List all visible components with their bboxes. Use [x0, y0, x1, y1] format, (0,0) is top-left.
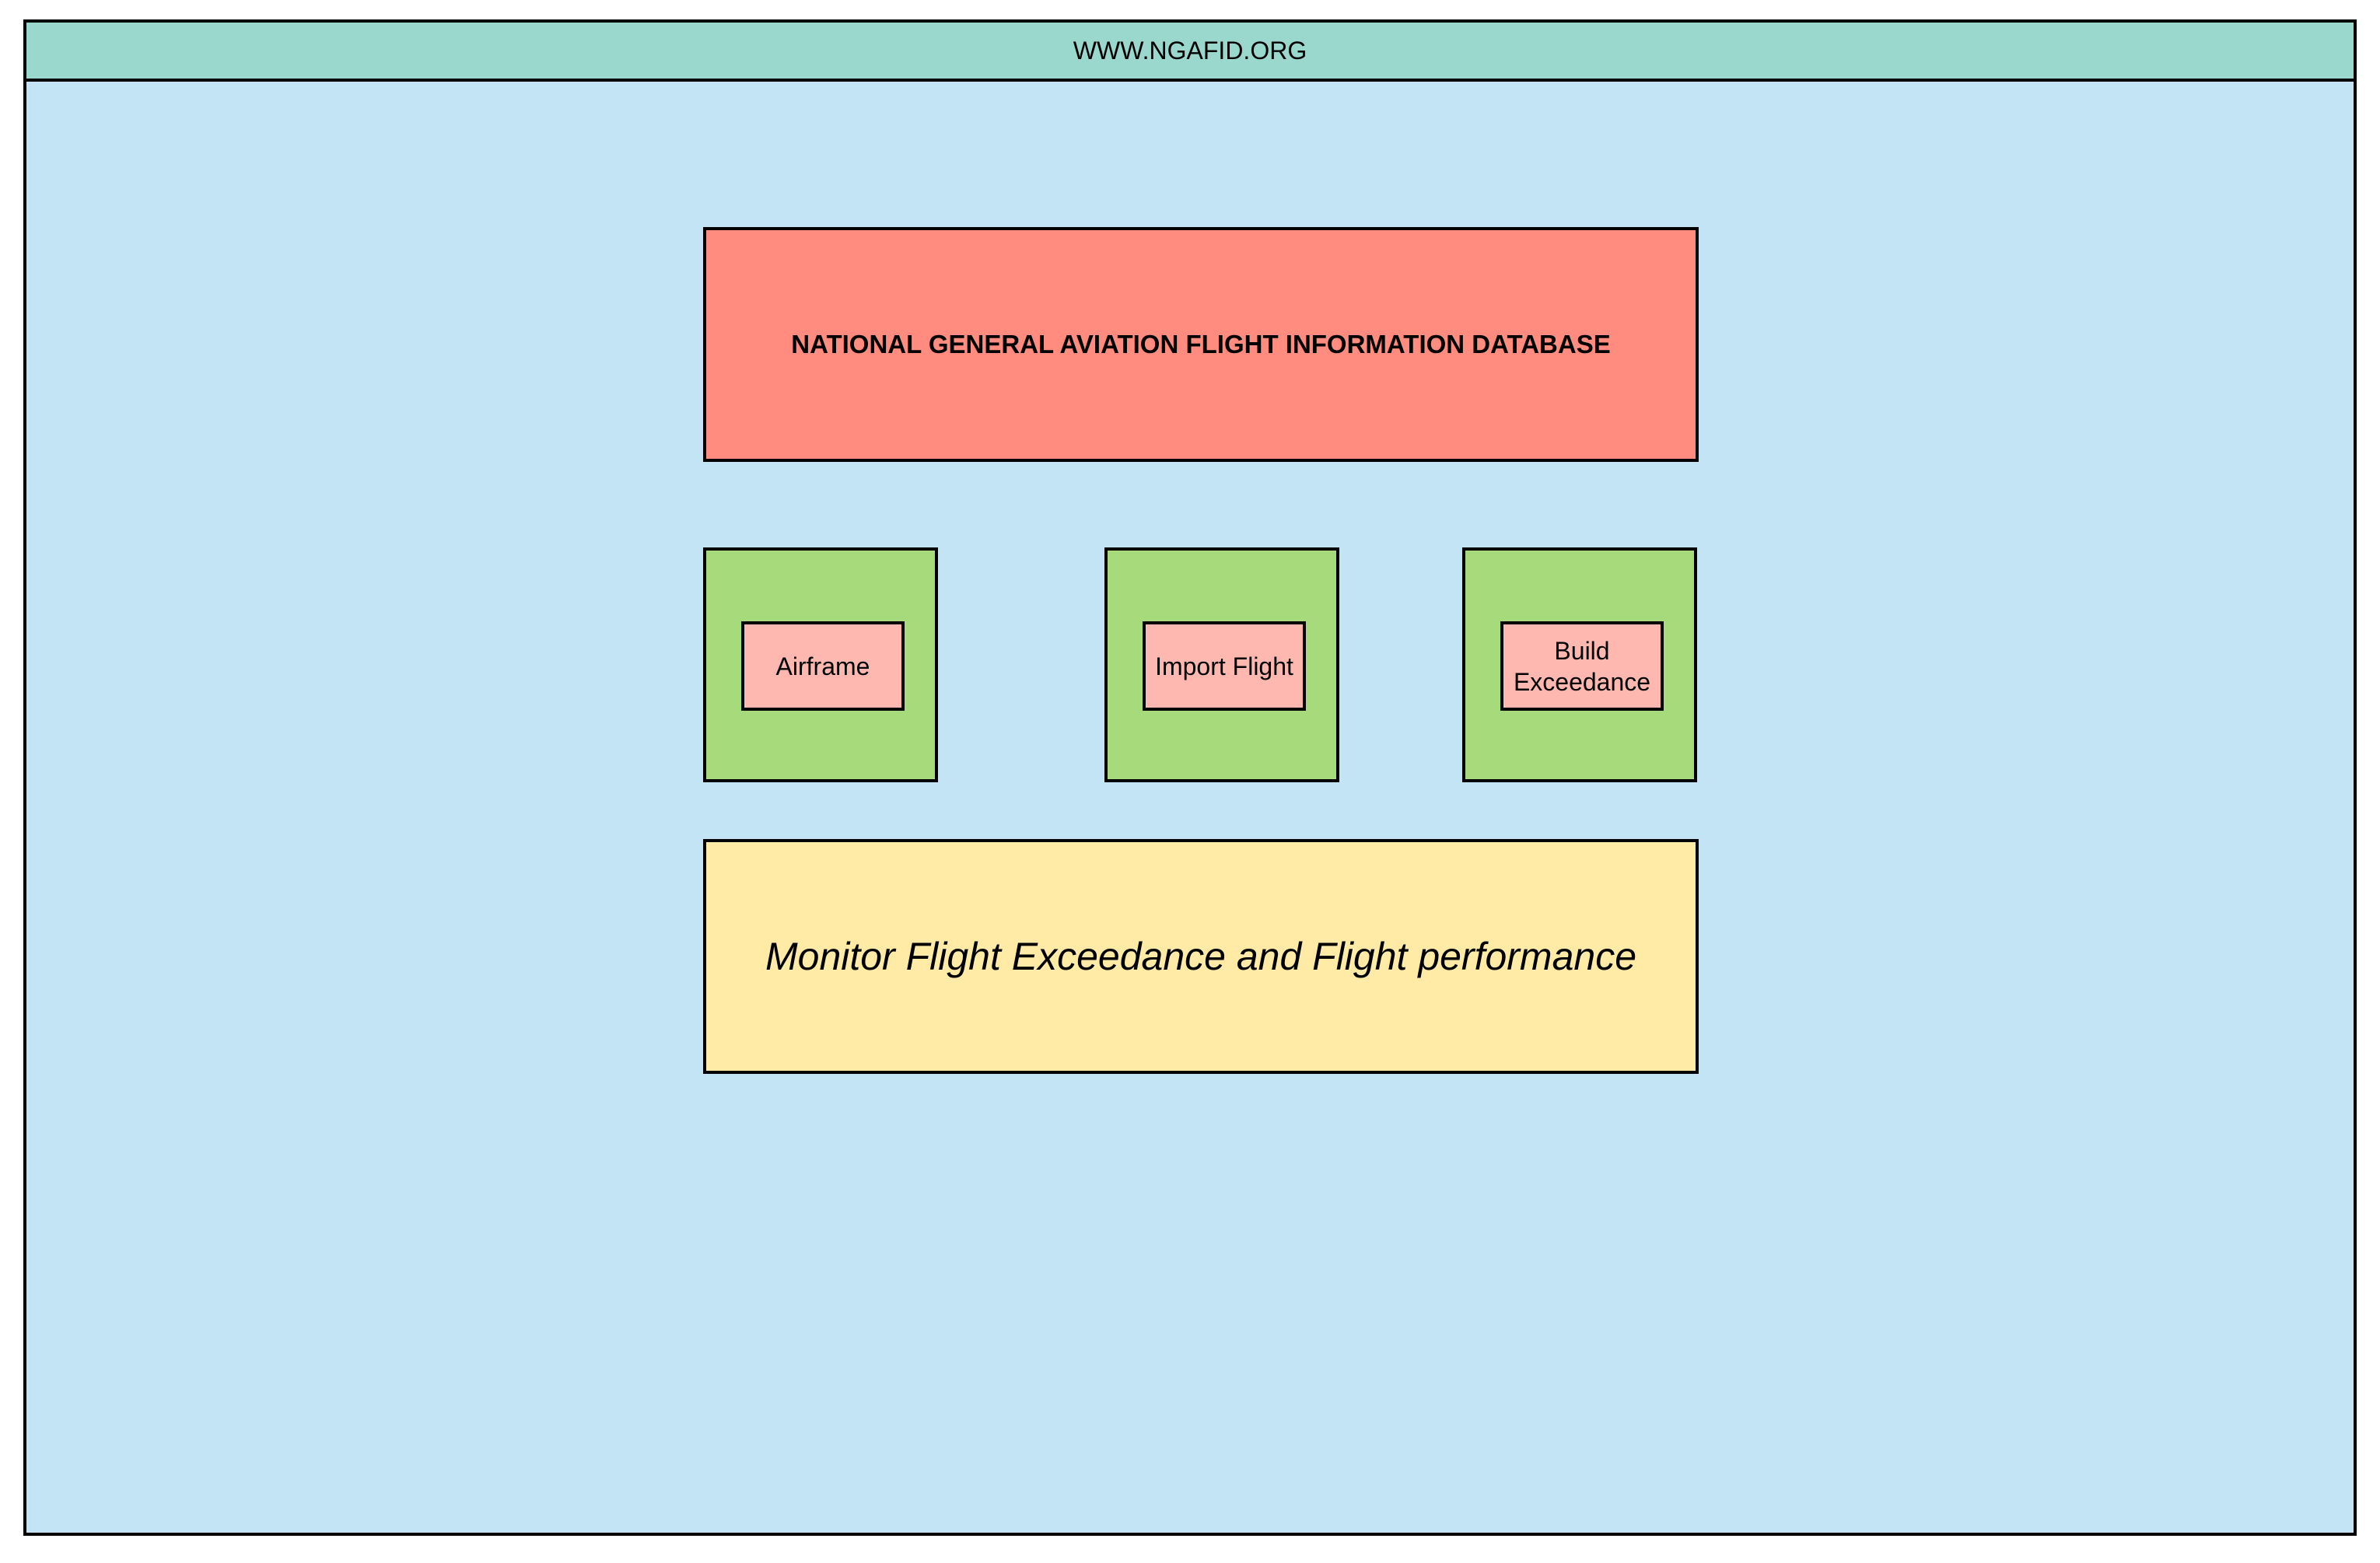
import-flight-button[interactable]: Import Flight [1143, 621, 1306, 711]
build-exceedance-label-line1: Build [1554, 636, 1610, 665]
site-url-header: WWW.NGAFID.ORG [26, 23, 2354, 82]
airframe-button[interactable]: Airframe [741, 621, 905, 711]
build-exceedance-button-label: Build Exceedance [1514, 635, 1650, 698]
monitor-text: Monitor Flight Exceedance and Flight per… [765, 935, 1637, 978]
airframe-module: Airframe [703, 547, 938, 782]
monitor-box: Monitor Flight Exceedance and Flight per… [703, 839, 1699, 1074]
airframe-button-label: Airframe [775, 652, 870, 680]
build-exceedance-label-line2: Exceedance [1513, 667, 1651, 696]
import-flight-button-label: Import Flight [1155, 652, 1293, 680]
database-title-text: NATIONAL GENERAL AVIATION FLIGHT INFORMA… [791, 330, 1611, 358]
database-title-box: NATIONAL GENERAL AVIATION FLIGHT INFORMA… [703, 227, 1699, 462]
build-exceedance-module: Build Exceedance [1462, 547, 1697, 782]
site-frame: WWW.NGAFID.ORG NATIONAL GENERAL AVIATION… [23, 19, 2357, 1536]
import-flight-module: Import Flight [1104, 547, 1339, 782]
build-exceedance-button[interactable]: Build Exceedance [1500, 621, 1664, 711]
site-url-text: WWW.NGAFID.ORG [1073, 36, 1307, 65]
